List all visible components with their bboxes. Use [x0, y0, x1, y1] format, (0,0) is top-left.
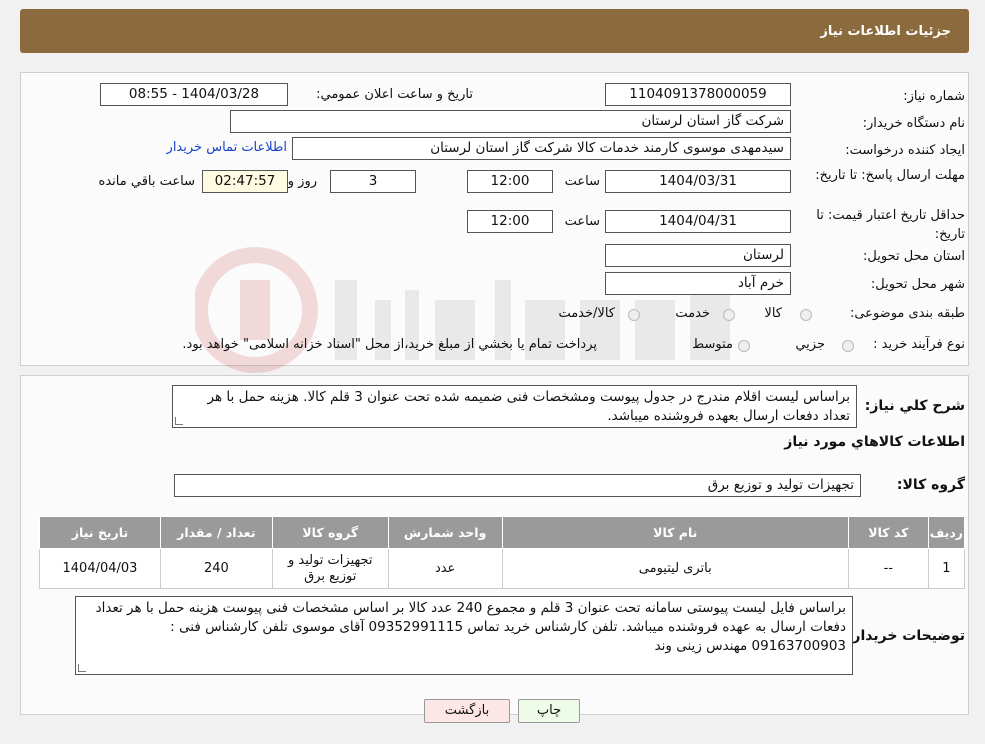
city-label: شهر محل تحويل: — [870, 277, 965, 292]
category-label: طبقه بندی موضوعی: — [849, 306, 965, 321]
remaining-time-field: 02:47:57 — [202, 170, 288, 193]
buyer-contact-link[interactable]: اطلاعات تماس خريدار — [167, 140, 287, 155]
buyer-notes-textarea[interactable]: براساس فایل لیست پیوستی سامانه تحت عنوان… — [75, 596, 853, 675]
cell-quantity: 240 — [159, 548, 273, 589]
col-unit: واحد شمارش — [387, 516, 503, 549]
cell-item-code: -- — [847, 548, 929, 589]
cell-item-name: باتری لیتیومی — [501, 548, 849, 589]
announce-field[interactable]: 1404/03/28 - 08:55 — [100, 83, 288, 106]
buyer-notes-label: توضيحات خريدار: — [846, 628, 965, 644]
resize-handle-icon[interactable] — [78, 664, 86, 672]
col-row-number: رديف — [927, 516, 966, 549]
process-label: نوع فرآيند خريد : — [873, 337, 965, 352]
validity-label: حداقل تاريخ اعتبار قيمت: تا تاریخ: — [805, 206, 965, 244]
print-button[interactable]: چاپ — [518, 699, 580, 723]
days-field[interactable]: 3 — [330, 170, 416, 193]
cell-unit: عدد — [387, 548, 503, 589]
col-item-code: کد کالا — [847, 516, 929, 549]
col-quantity: تعداد / مقدار — [159, 516, 273, 549]
creator-label: ايجاد کننده درخواست: — [845, 143, 965, 158]
category-option-service: خدمت — [675, 306, 710, 321]
deadline-label-text: مهلت ارسال پاسخ: تا تاریخ: — [815, 168, 965, 183]
description-text: براساس لیست اقلام مندرج در جدول پیوست وم… — [207, 389, 850, 424]
deadline-time-label: ساعت — [564, 174, 600, 189]
buyer-org-label: نام دستگاه خريدار: — [862, 116, 965, 131]
buyer-notes-text: براساس فایل لیست پیوستی سامانه تحت عنوان… — [95, 600, 846, 654]
page-title: جزئیات اطلاعات نیاز — [820, 23, 951, 39]
validity-time-field[interactable]: 12:00 — [467, 210, 553, 233]
validity-label-text: حداقل تاريخ اعتبار قيمت: تا تاریخ: — [816, 208, 965, 242]
process-note: پرداخت تمام يا بخشي از مبلغ خريد،از محل … — [182, 337, 597, 352]
deadline-label: مهلت ارسال پاسخ: تا تاریخ: — [805, 166, 965, 185]
category-radio-goods-service[interactable] — [628, 309, 640, 321]
goods-group-field[interactable]: تجهیزات تولید و توزیع برق — [174, 474, 861, 497]
goods-group-label: گروه کالا: — [896, 477, 965, 493]
creator-field[interactable]: سیدمهدی موسوی کارمند خدمات کالا شرکت گاز… — [292, 137, 791, 160]
goods-section-title: اطلاعات کالاهاي مورد نياز — [784, 434, 965, 450]
resize-handle-icon[interactable] — [175, 417, 183, 425]
remaining-label: ساعت باقي مانده — [98, 174, 195, 189]
description-textarea[interactable]: براساس لیست اقلام مندرج در جدول پیوست وم… — [172, 385, 857, 428]
col-item-name: نام کالا — [501, 516, 849, 549]
buyer-org-field[interactable]: شرکت گاز استان لرستان — [230, 110, 791, 133]
category-radio-goods[interactable] — [800, 309, 812, 321]
goods-table: رديف کد کالا نام کالا واحد شمارش گروه کا… — [39, 516, 966, 589]
city-field[interactable]: خرم آباد — [605, 272, 791, 295]
process-option-minor: جزيي — [795, 337, 825, 352]
need-number-field[interactable]: 1104091378000059 — [605, 83, 791, 106]
days-label: روز و — [287, 174, 317, 189]
col-need-date: تاریخ نیاز — [39, 516, 161, 549]
process-option-medium: متوسط — [692, 337, 733, 352]
province-label: استان محل تحويل: — [863, 249, 965, 264]
deadline-date-field[interactable]: 1404/03/31 — [605, 170, 791, 193]
category-radio-service[interactable] — [723, 309, 735, 321]
validity-date-field[interactable]: 1404/04/31 — [605, 210, 791, 233]
need-number-label: شماره نیاز: — [903, 89, 965, 104]
goods-table-header: رديف کد کالا نام کالا واحد شمارش گروه کا… — [39, 516, 966, 549]
process-radio-minor[interactable] — [842, 340, 854, 352]
province-field[interactable]: لرستان — [605, 244, 791, 267]
process-radio-medium[interactable] — [738, 340, 750, 352]
cell-row-number: 1 — [927, 548, 966, 589]
col-item-group: گروه کالا — [271, 516, 389, 549]
category-option-goods-service: کالا/خدمت — [558, 306, 615, 321]
validity-time-label: ساعت — [564, 214, 600, 229]
announce-label: تاریخ و ساعت اعلان عمومي: — [316, 87, 473, 102]
deadline-time-field[interactable]: 12:00 — [467, 170, 553, 193]
cell-need-date: 1404/04/03 — [39, 548, 161, 589]
category-option-goods: کالا — [764, 306, 782, 321]
back-button[interactable]: بازگشت — [424, 699, 510, 723]
table-row[interactable]: 1 -- باتری لیتیومی عدد تجهیزات تولید و ت… — [39, 548, 966, 589]
page-header: جزئیات اطلاعات نیاز — [20, 9, 969, 53]
cell-item-group: تجهیزات تولید و توزیع برق — [271, 548, 389, 589]
description-label: شرح کلي نياز: — [864, 398, 965, 414]
